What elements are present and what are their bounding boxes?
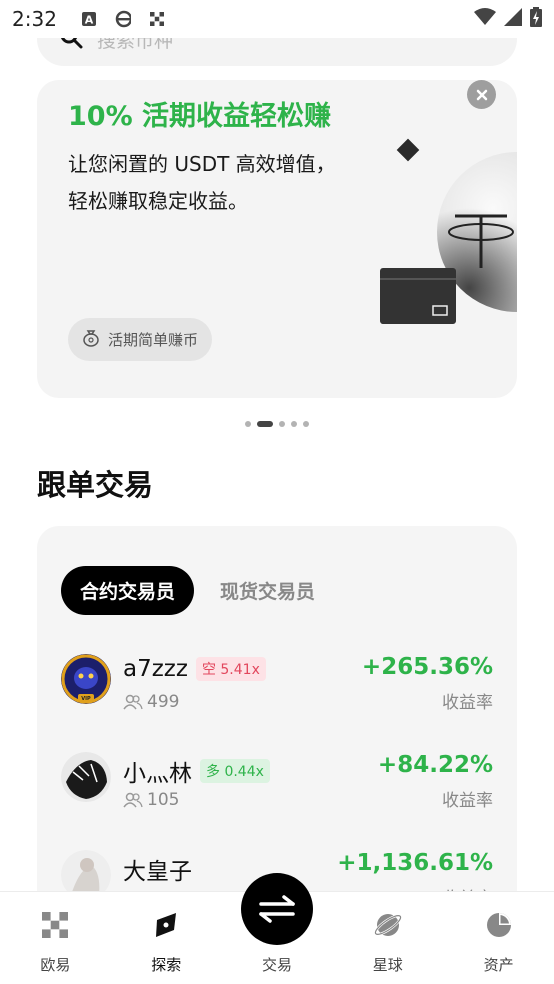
follower-count-value: 105 (147, 790, 180, 810)
nav-label: 探索 (151, 956, 182, 974)
promo-description: 让您闲置的 USDT 高效增值， 轻松赚取稳定收益。 (68, 146, 368, 220)
carousel-dot[interactable] (245, 421, 251, 427)
trader-name-row: a7zzz 空 5.41x (123, 656, 266, 682)
trader-row[interactable]: VIP a7zzz 空 5.41x 499 +265.36% 收益率 (61, 654, 493, 724)
yield-value: +84.22% (377, 752, 493, 778)
nav-item-explore[interactable]: 探索 (111, 892, 222, 984)
trader-row[interactable]: 小灬林 多 0.44x 105 +84.22% 收益率 (61, 752, 493, 822)
nav-item-assets[interactable]: 资产 (443, 892, 554, 984)
okx-logo-icon (40, 910, 70, 940)
signal-icon (504, 8, 522, 30)
svg-text:VIP: VIP (81, 696, 91, 702)
trader-name-row: 小灬林 多 0.44x (123, 754, 270, 788)
trade-button[interactable] (241, 873, 313, 945)
swap-icon (259, 895, 295, 923)
carousel-dot[interactable] (303, 421, 309, 427)
nav-label: 欧易 (40, 956, 71, 974)
status-indicators (474, 7, 542, 31)
trader-name: a7zzz (123, 656, 188, 682)
yield-label: 收益率 (442, 693, 493, 713)
position-tag: 空 5.41x (195, 657, 266, 681)
okx-notification-icon (149, 11, 165, 27)
status-time: 2:32 (12, 7, 57, 31)
trader-name: 大皇子 (123, 859, 192, 885)
promo-chip-label: 活期简单赚币 (108, 331, 199, 349)
followers-icon (123, 792, 143, 808)
nav-label: 资产 (483, 956, 514, 974)
nav-label: 交易 (261, 956, 292, 974)
tab-spot-traders[interactable]: 现货交易员 (220, 577, 315, 604)
trader-avatar (61, 752, 111, 802)
yield-value: +1,136.61% (337, 850, 493, 876)
money-bag-icon (82, 329, 100, 351)
follower-count: 105 (123, 790, 179, 810)
trader-avatar: VIP (61, 654, 111, 704)
promo-desc-line-2: 轻松赚取稳定收益。 (68, 189, 248, 213)
promo-desc-line-1: 让您闲置的 USDT 高效增值， (68, 152, 336, 176)
followers-icon (123, 694, 143, 710)
yield-label: 收益率 (442, 791, 493, 811)
explore-page: 2:32 A 搜索币种 10% 活期收益轻松赚 让您闲置的 USDT 高效增值，… (0, 0, 554, 984)
pie-chart-icon (484, 910, 514, 940)
nav-item-okx[interactable]: 欧易 (0, 892, 111, 984)
trader-name-row: 大皇子 (123, 852, 192, 886)
position-tag: 多 0.44x (200, 759, 270, 783)
promo-chip[interactable]: 活期简单赚币 (68, 318, 213, 361)
promo-banner[interactable]: 10% 活期收益轻松赚 让您闲置的 USDT 高效增值， 轻松赚取稳定收益。 活… (37, 80, 517, 398)
trader-name: 小灬林 (123, 761, 192, 787)
battery-icon (530, 7, 542, 31)
promo-illustration (367, 130, 517, 330)
follower-count-value: 499 (147, 692, 180, 712)
notification-a-icon: A (81, 11, 97, 27)
trader-tabs: 合约交易员 现货交易员 (61, 566, 315, 615)
follower-count: 499 (123, 692, 179, 712)
tab-futures-traders[interactable]: 合约交易员 (61, 566, 195, 615)
carousel-dot[interactable] (291, 421, 297, 427)
carousel-dot[interactable] (279, 421, 285, 427)
section-title: 跟单交易 (37, 468, 154, 502)
wifi-icon (474, 8, 496, 30)
promo-title: 10% 活期收益轻松赚 (68, 101, 332, 132)
compass-icon (151, 910, 181, 940)
nav-label: 星球 (372, 956, 403, 974)
close-icon (476, 89, 487, 100)
svg-text:A: A (85, 14, 94, 27)
status-bar: 2:32 A (0, 0, 554, 38)
yield-value: +265.36% (361, 654, 493, 680)
carousel-indicator (0, 421, 554, 427)
carousel-dot-active[interactable] (257, 421, 273, 427)
close-button[interactable] (467, 80, 496, 109)
browser-icon (115, 10, 131, 28)
planet-icon (373, 910, 403, 940)
nav-item-planet[interactable]: 星球 (332, 892, 443, 984)
